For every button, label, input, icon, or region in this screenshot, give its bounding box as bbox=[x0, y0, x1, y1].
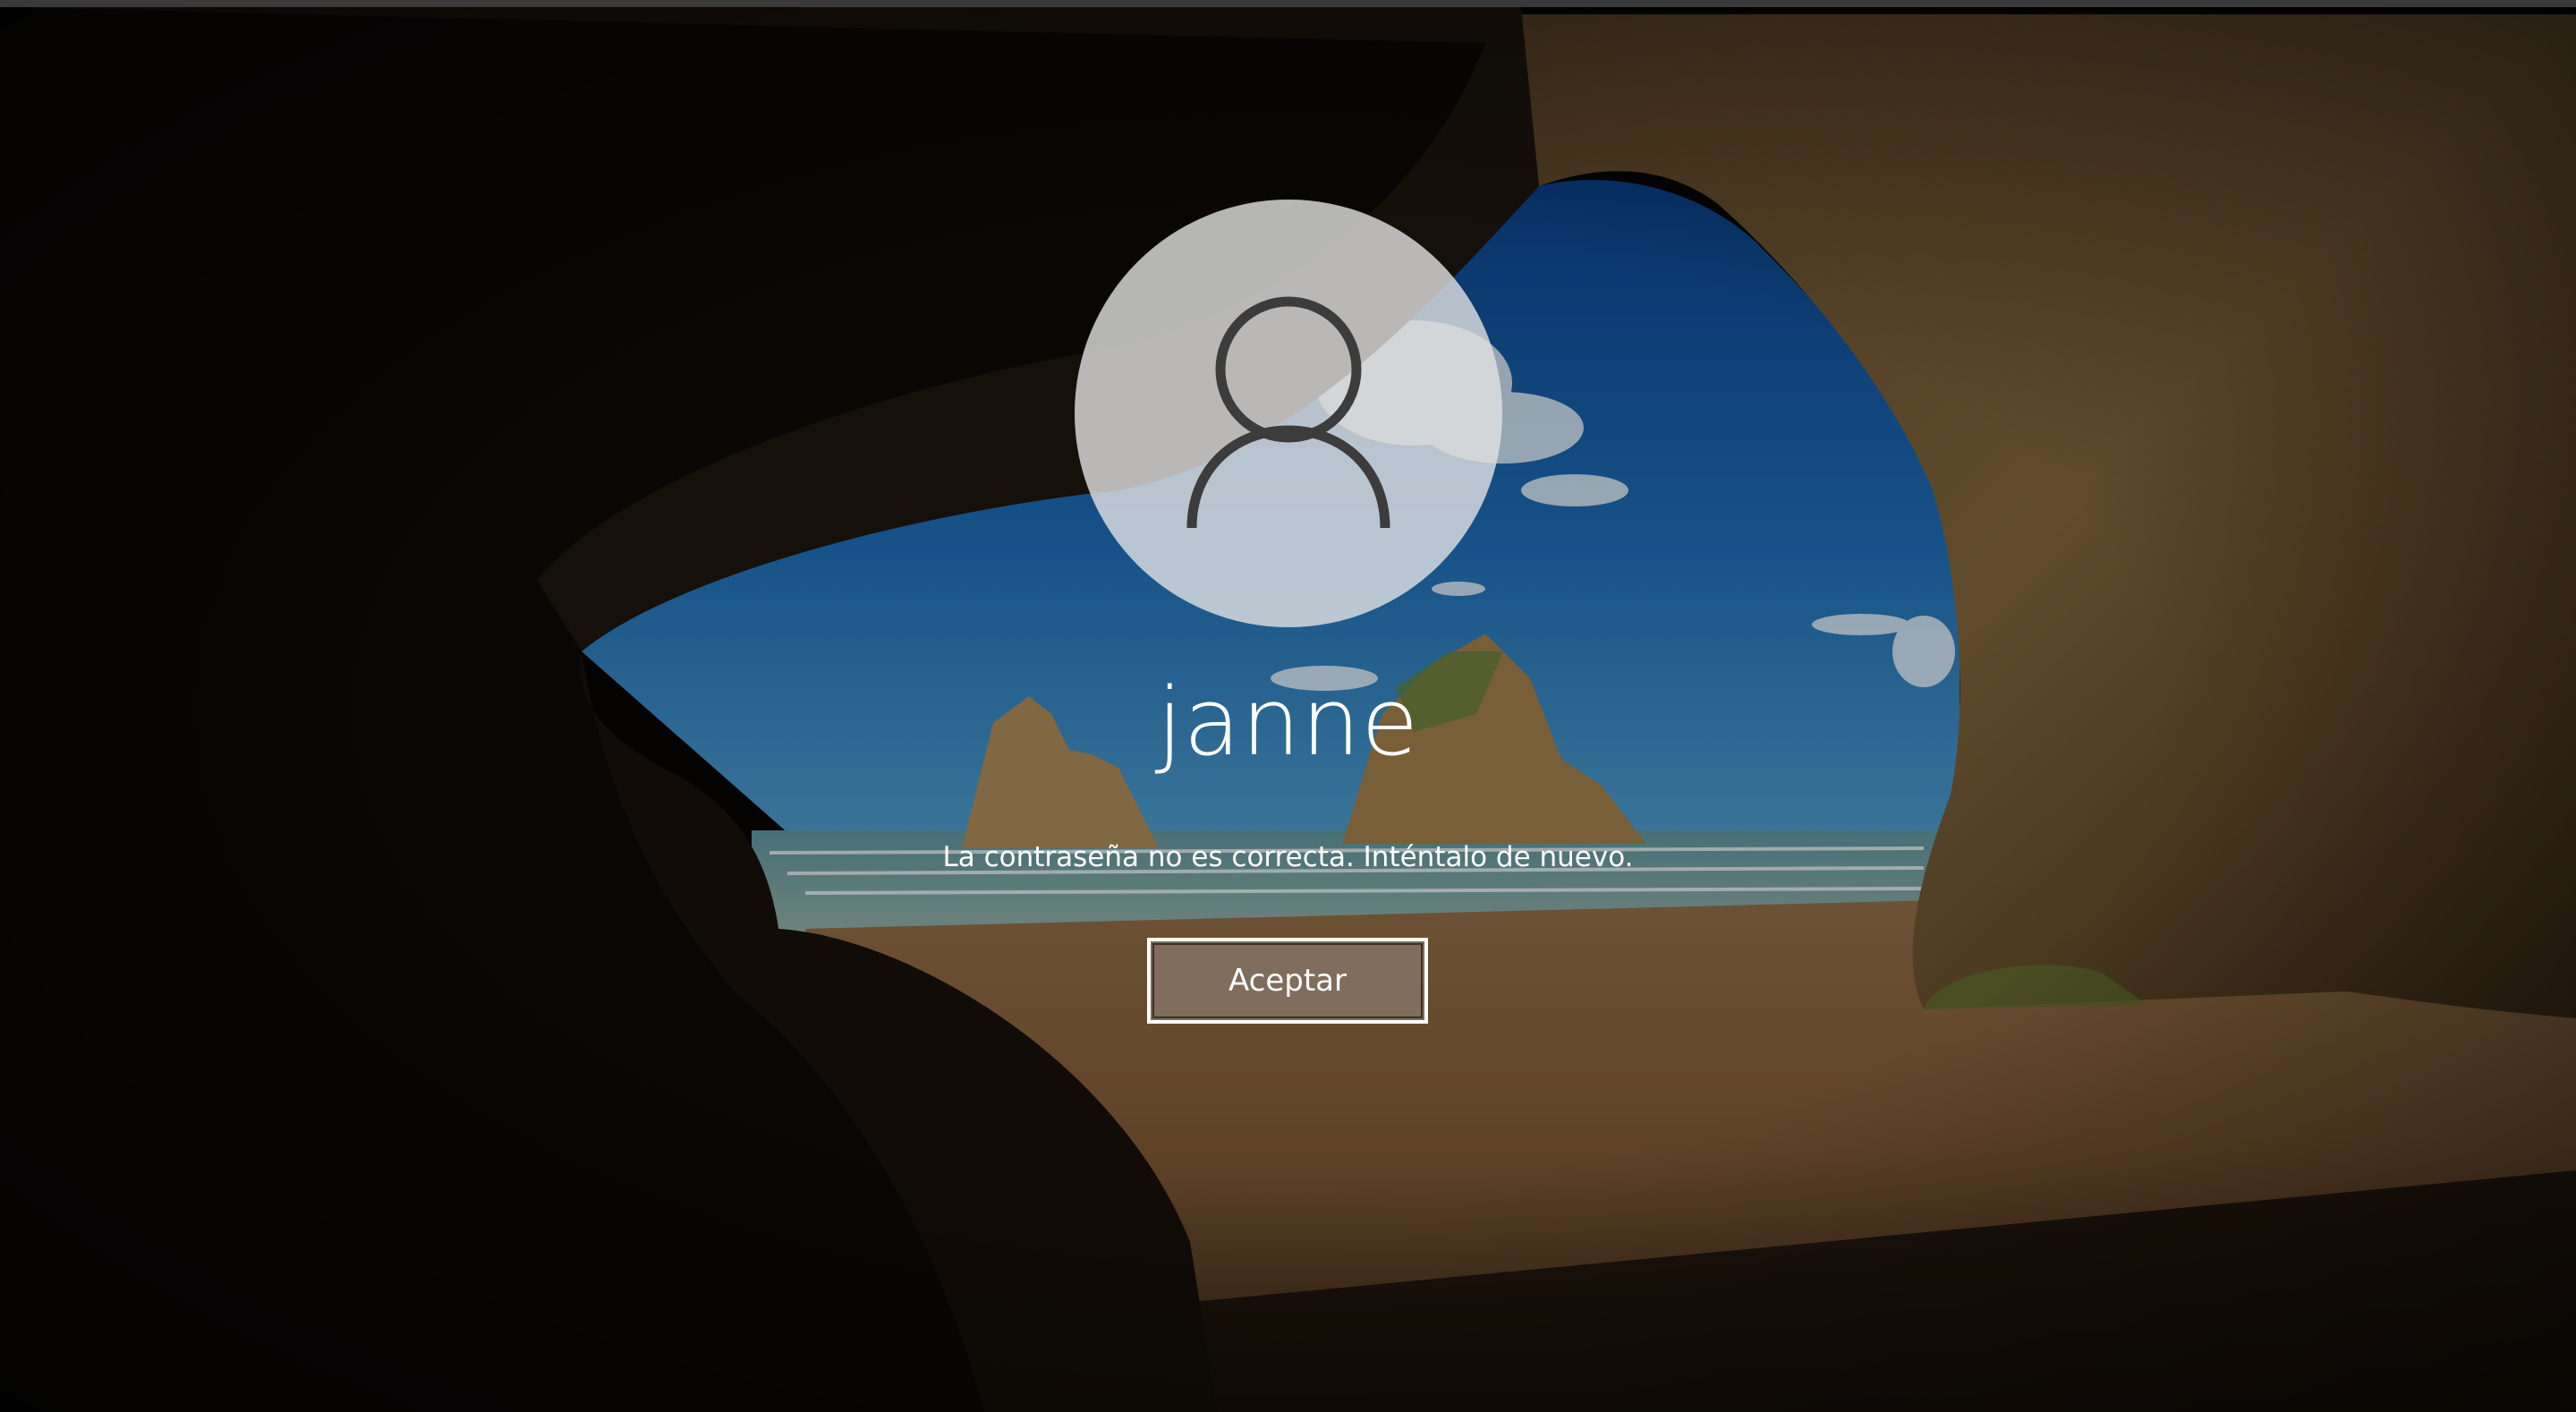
ok-button[interactable]: Aceptar bbox=[1147, 938, 1428, 1024]
window-top-border bbox=[0, 0, 2576, 7]
user-silhouette-icon bbox=[1186, 296, 1390, 529]
username-label: janne bbox=[1156, 668, 1420, 777]
error-message: La contraseña no es correcta. Inténtalo … bbox=[942, 841, 1634, 873]
lock-screen: janne La contraseña no es correcta. Inté… bbox=[0, 0, 2576, 1412]
user-avatar bbox=[1075, 200, 1502, 627]
